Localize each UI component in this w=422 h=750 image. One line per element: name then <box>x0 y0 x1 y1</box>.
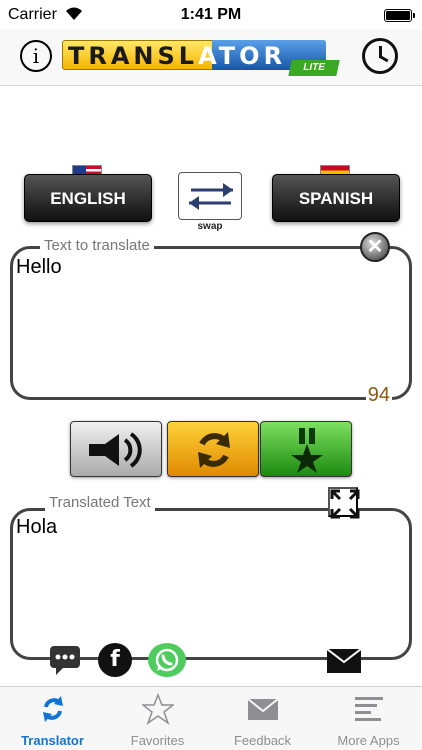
whatsapp-icon[interactable] <box>148 643 186 677</box>
tab-more-apps[interactable]: More Apps <box>316 687 421 750</box>
envelope-icon <box>247 698 279 720</box>
info-button[interactable]: i <box>20 40 52 72</box>
target-panel-legend: Translated Text <box>45 494 155 511</box>
translate-button[interactable] <box>167 421 259 477</box>
status-time: 1:41 PM <box>180 6 242 23</box>
logo-text: TRANSLATOR <box>68 42 287 70</box>
star-icon <box>142 693 174 725</box>
translate-arrows-icon <box>43 696 63 722</box>
translated-text-panel <box>10 508 412 660</box>
tab-favorites[interactable]: Favorites <box>105 687 210 750</box>
target-language-button[interactable]: SPANISH <box>272 174 400 222</box>
expand-button[interactable] <box>328 487 360 519</box>
clear-text-button[interactable]: ✕ <box>360 232 390 262</box>
tab-label: More Apps <box>337 733 400 748</box>
facebook-icon[interactable]: f <box>98 643 132 677</box>
message-icon[interactable] <box>48 643 82 677</box>
medal-star-icon <box>291 428 323 473</box>
swap-languages-button[interactable] <box>178 172 242 220</box>
list-icon <box>355 697 383 721</box>
tab-bar: Translator Favorites Feedback More Apps <box>0 686 422 750</box>
expand-icon <box>330 489 360 519</box>
tab-translator[interactable]: Translator <box>0 687 105 750</box>
tab-feedback[interactable]: Feedback <box>210 687 315 750</box>
mail-icon[interactable] <box>326 648 362 674</box>
logo-lite-badge: LITE <box>288 60 340 76</box>
translated-text: Hola <box>16 516 58 538</box>
status-bar: Carrier 1:41 PM <box>0 0 422 30</box>
swap-arrows-icon <box>189 183 233 210</box>
source-text-panel[interactable] <box>10 246 412 400</box>
app-logo: TRANSLATOR LITE <box>62 38 340 76</box>
nav-bar: i TRANSLATOR LITE <box>0 30 422 86</box>
tab-label: Favorites <box>130 733 185 748</box>
source-language-button[interactable]: ENGLISH <box>24 174 152 222</box>
battery-icon <box>384 9 415 22</box>
char-count: 94 <box>365 384 392 407</box>
swap-label: swap <box>197 221 223 232</box>
source-text-input[interactable]: Hello <box>16 256 62 279</box>
tab-label: Translator <box>21 733 84 748</box>
add-favorite-button[interactable] <box>260 421 352 477</box>
speak-button[interactable] <box>70 421 162 477</box>
source-panel-legend: Text to translate <box>40 237 154 254</box>
tab-label: Feedback <box>233 733 292 748</box>
refresh-arrows-icon <box>198 432 230 468</box>
speaker-icon <box>89 432 142 468</box>
history-clock-button[interactable] <box>362 38 398 74</box>
